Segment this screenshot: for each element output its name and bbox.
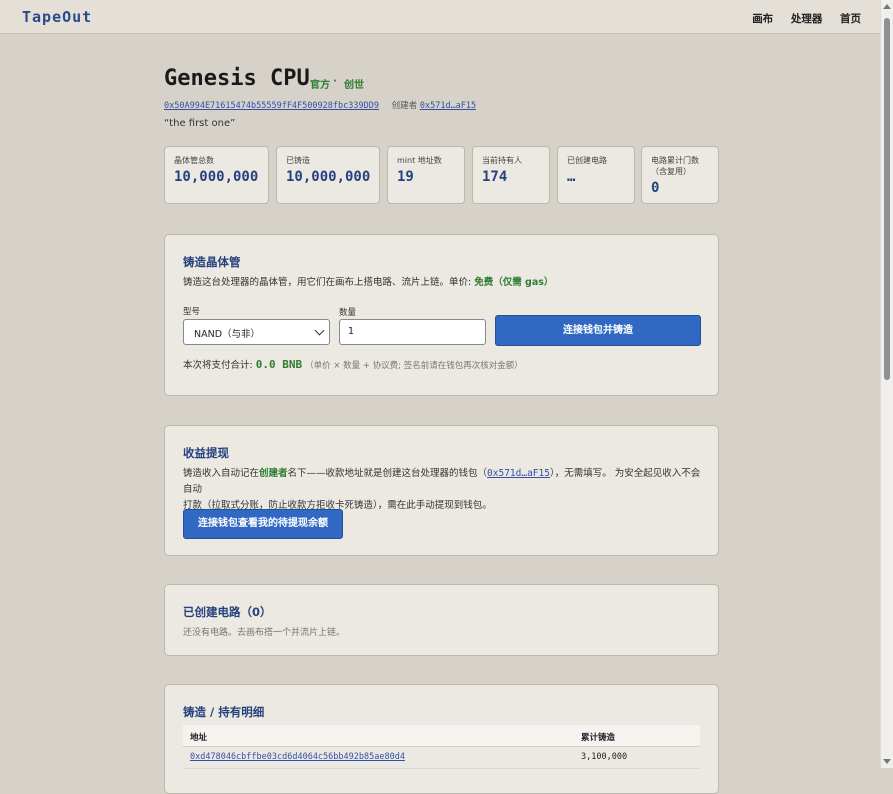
holdings-card-title: 铸造 / 持有明细 [183,705,265,719]
stat-label: 已创建电路 [567,156,607,165]
circuits-empty-text: 还没有电路。去画布搭一个并流片上链。 [183,628,346,638]
stat-card-total-transistors: 晶体管总数 10,000,000 [164,146,269,204]
cpu-description: “the first one” [164,118,236,129]
table-row: 0xd478046cbffbe03cd6d4064c56bb492b85ae80… [183,747,700,769]
stat-value: … [567,169,576,185]
table-header: 地址 累计铸造 [183,725,700,747]
scrollbar-thumb[interactable] [884,18,890,380]
total-label: 本次将支付合计: [183,360,256,371]
holdings-card: 铸造 / 持有明细 地址 累计铸造 0xd478046cbffbe03cd6d4… [164,684,719,794]
stat-label: 当前持有人 [482,156,522,165]
stat-card-gate-count: 电路累计门数（含复用） 0 [641,146,719,204]
stat-card-mint-addresses: mint 地址数 19 [387,146,465,204]
stat-card-holders: 当前持有人 174 [472,146,550,204]
mint-description: 铸造这台处理器的晶体管，用它们在画布上搭电路、流片上链。单价: 免费（仅需 ga… [183,275,553,291]
withdraw-description: 铸造收入自动记在创建者名下——收款地址就是创建这台处理器的钱包（0x571d…a… [183,466,705,514]
quantity-input[interactable]: 1 [339,319,486,345]
stat-value: 10,000,000 [174,169,259,185]
model-label: 型号 [183,307,201,317]
minted-amount: 3,100,000 [581,752,628,762]
stat-value: 10,000,000 [286,169,371,185]
stat-label: 已铸造 [286,156,310,165]
stat-card-circuits: 已创建电路 … [557,146,635,204]
mint-card: 铸造晶体管 铸造这台处理器的晶体管，用它们在画布上搭电路、流片上链。单价: 免费… [164,234,719,396]
total-value: 0.0 BNB [255,358,303,371]
official-badge: 官方 [310,80,330,91]
nav-links: 画布 处理器 首页 [738,11,861,26]
genesis-badge: 创世 [344,80,364,91]
page-title: Genesis CPU [164,66,310,91]
column-header-minted: 累计铸造 [581,733,616,743]
quantity-label: 数量 [339,308,357,318]
mint-description-text: 铸造这台处理器的晶体管，用它们在画布上搭电路、流片上链。单价: [183,277,475,288]
nav-link-home[interactable]: 首页 [840,13,861,25]
address-line: 0x50A994E71615474b55559fF4F500928fbc339D… [164,99,476,111]
creator-wallet-link[interactable]: 0x571d…aF15 [487,468,550,479]
stat-label: 晶体管总数 [174,156,214,165]
tag-separator: · [333,76,337,87]
circuits-card-title: 已创建电路（0） [183,605,272,619]
creator-address-link[interactable]: 0x571d…aF15 [420,101,476,111]
scroll-down-arrow-icon[interactable] [883,759,891,764]
holdings-table: 地址 累计铸造 0xd478046cbffbe03cd6d4064c56bb49… [183,725,700,769]
circuits-card: 已创建电路（0） 还没有电路。去画布搭一个并流片上链。 [164,584,719,656]
mint-total-line: 本次将支付合计: 0.0 BNB （单价 × 数量 + 协议费; 签名前请在钱包… [183,357,523,374]
creator-label: 创建者 [391,101,418,111]
connect-and-mint-button[interactable]: 连接钱包并铸造 [495,315,701,346]
contract-address-link[interactable]: 0x50A994E71615474b55559fF4F500928fbc339D… [164,101,379,111]
stat-card-minted: 已铸造 10,000,000 [276,146,380,204]
top-navbar: TapeOut 画布 处理器 首页 [0,0,881,34]
nav-link-canvas[interactable]: 画布 [752,13,773,25]
withdraw-text-part: 铸造收入自动记在 [183,468,260,479]
nav-link-processors[interactable]: 处理器 [791,13,823,25]
stat-label: 电路累计门数（含复用） [651,156,699,176]
holder-address-link[interactable]: 0xd478046cbffbe03cd6d4064c56bb492b85ae80… [190,752,405,762]
stat-value: 0 [651,180,660,196]
check-balance-button[interactable]: 连接钱包查看我的待提现余额 [183,509,343,539]
chevron-down-icon [314,325,325,336]
stat-label: mint 地址数 [397,156,442,165]
stat-value: 19 [397,169,414,185]
creator-emphasis: 创建者 [259,468,288,479]
mint-card-title: 铸造晶体管 [183,255,241,269]
model-select[interactable]: NAND（与非） [183,319,330,345]
withdraw-text-part: 名下——收款地址就是创建这台处理器的钱包（ [287,468,488,479]
withdraw-card-title: 收益提现 [183,446,229,460]
mint-price: 免费（仅需 gas） [474,277,554,288]
page-scrollbar[interactable] [880,0,893,768]
stat-value: 174 [482,169,508,185]
scroll-up-arrow-icon[interactable] [883,4,891,9]
model-select-value: NAND（与非） [194,329,261,340]
column-header-address: 地址 [190,733,208,743]
withdraw-card: 收益提现 铸造收入自动记在创建者名下——收款地址就是创建这台处理器的钱包（0x5… [164,425,719,556]
app-logo[interactable]: TapeOut [22,8,92,26]
total-note: （单价 × 数量 + 协议费; 签名前请在钱包再次核对金额） [305,361,523,371]
